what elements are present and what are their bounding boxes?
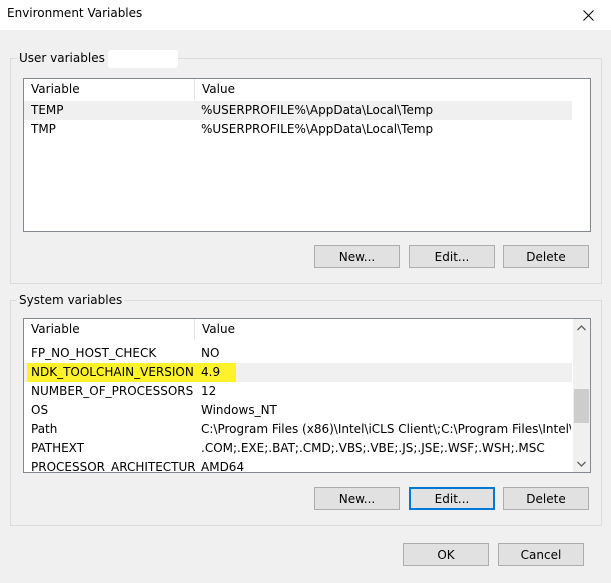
variable-name: PATHEXT [31,441,85,455]
system-new-button[interactable]: New... [314,487,400,510]
variable-value: %USERPROFILE%\AppData\Local\Temp [201,103,434,117]
user-new-button[interactable]: New... [314,245,400,268]
variable-name-text: NDK_TOOLCHAIN_VERSION [31,365,194,379]
table-row[interactable]: OS Windows_NT [24,401,572,420]
table-row[interactable]: Path C:\Program Files (x86)\Intel\iCLS C… [24,420,572,439]
column-header-value[interactable]: Value [194,79,574,100]
redacted-username [108,50,178,68]
variable-name: TMP [31,122,56,136]
close-icon [582,9,594,21]
list-header: Variable Value [24,79,590,100]
user-delete-button[interactable]: Delete [503,245,589,268]
variable-name: PROCESSOR_ARCHITECTURE [31,460,196,473]
variable-value: NO [201,346,220,360]
column-header-variable[interactable]: Variable [24,79,194,100]
cancel-button[interactable]: Cancel [498,543,584,566]
table-row[interactable]: TEMP %USERPROFILE%\AppData\Local\Temp [24,101,572,120]
window-title: Environment Variables [7,6,143,20]
user-variables-label: User variables fo [17,51,123,65]
variable-value-text: 4.9 [201,365,221,379]
highlight-mark: NDK_TOOLCHAIN_VERSION [27,363,198,382]
table-row-highlighted[interactable]: NDK_TOOLCHAIN_VERSION 4.9 [24,363,572,382]
list-header: Variable Value [24,319,590,340]
table-row[interactable]: TMP %USERPROFILE%\AppData\Local\Temp [24,120,572,139]
title-bar: Environment Variables [0,0,611,30]
table-row[interactable]: FP_NO_HOST_CHECK NO [24,344,572,363]
user-variables-list[interactable]: Variable Value TEMP %USERPROFILE%\AppDat… [23,78,591,232]
system-variables-label: System variables [17,293,125,307]
variable-name: Path [31,422,58,436]
table-row[interactable]: PROCESSOR_ARCHITECTURE AMD64 [24,458,572,473]
vertical-scrollbar[interactable] [573,319,590,472]
variable-value: %USERPROFILE%\AppData\Local\Temp [201,122,434,136]
table-row[interactable]: NUMBER_OF_PROCESSORS 12 [24,382,572,401]
column-header-value[interactable]: Value [194,319,572,340]
variable-value: Windows_NT [201,403,277,417]
variable-value: 4.9 [194,363,567,382]
column-header-variable[interactable]: Variable [24,319,194,340]
variable-value: C:\Program Files (x86)\Intel\iCLS Client… [201,422,571,436]
system-delete-button[interactable]: Delete [503,487,589,510]
variable-name: FP_NO_HOST_CHECK [31,346,157,360]
variable-name: TEMP [31,103,64,117]
scroll-up-button[interactable] [573,319,590,336]
scroll-up-icon [577,324,586,330]
highlight-mark: 4.9 [197,363,237,382]
variable-name: NUMBER_OF_PROCESSORS [31,384,194,398]
user-edit-button[interactable]: Edit... [409,245,495,268]
variable-value: 12 [201,384,217,398]
table-row[interactable]: PATHEXT .COM;.EXE;.BAT;.CMD;.VBS;.VBE;.J… [24,439,572,458]
variable-name: OS [31,403,49,417]
variable-value: AMD64 [201,460,245,473]
system-variables-list[interactable]: Variable Value FP_NO_HOST_CHECK NO NDK_T… [23,318,591,473]
system-edit-button[interactable]: Edit... [409,487,495,510]
variable-value: .COM;.EXE;.BAT;.CMD;.VBS;.VBE;.JS;.JSE;.… [201,441,545,455]
close-button[interactable] [565,0,611,30]
ok-button[interactable]: OK [403,543,489,566]
scroll-thumb[interactable] [574,389,589,423]
scroll-down-icon [577,461,586,467]
scroll-down-button[interactable] [573,455,590,472]
